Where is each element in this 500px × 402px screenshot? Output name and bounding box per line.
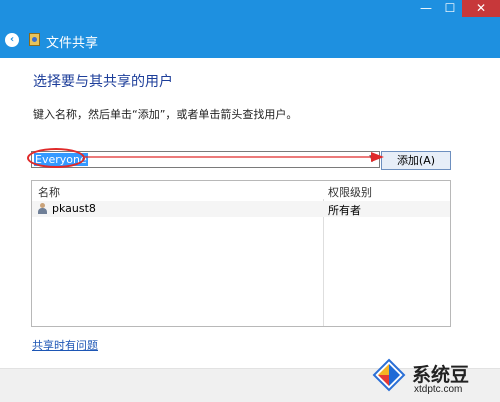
- annotation-ellipse: [27, 148, 85, 168]
- close-button[interactable]: ✕: [462, 0, 500, 17]
- back-arrow-icon[interactable]: ‹: [5, 33, 19, 47]
- row-user-name: pkaust8: [52, 202, 96, 215]
- window-title: 文件共享: [46, 35, 99, 50]
- watermark-title: 系统豆: [412, 364, 470, 386]
- page-heading: 选择要与其共享的用户: [33, 74, 173, 90]
- column-divider: [323, 199, 324, 326]
- column-header-name[interactable]: 名称: [38, 184, 60, 200]
- table-row[interactable]: pkaust8 所有者: [32, 201, 450, 217]
- title-bar: — ☐ ✕: [0, 0, 500, 22]
- add-button[interactable]: 添加(A): [381, 151, 451, 170]
- annotation-arrow: [85, 152, 384, 162]
- site-watermark: 系统豆 xtdptc.com: [372, 356, 498, 400]
- sharing-help-link[interactable]: 共享时有问题: [32, 337, 98, 353]
- file-sharing-icon: [29, 33, 40, 46]
- row-permission-level[interactable]: 所有者: [328, 202, 361, 218]
- watermark-url: xtdptc.com: [414, 384, 463, 395]
- watermark-logo-icon: [372, 358, 406, 392]
- minimize-button[interactable]: —: [414, 0, 438, 17]
- user-icon: [38, 203, 47, 214]
- nav-bar: ‹ 文件共享: [0, 22, 500, 58]
- permissions-table: 名称 权限级别 pkaust8 所有者: [31, 180, 451, 327]
- maximize-button[interactable]: ☐: [438, 0, 462, 17]
- column-header-permission[interactable]: 权限级别: [328, 184, 372, 200]
- instruction-text: 键入名称，然后单击“添加”，或者单击箭头查找用户。: [33, 108, 298, 121]
